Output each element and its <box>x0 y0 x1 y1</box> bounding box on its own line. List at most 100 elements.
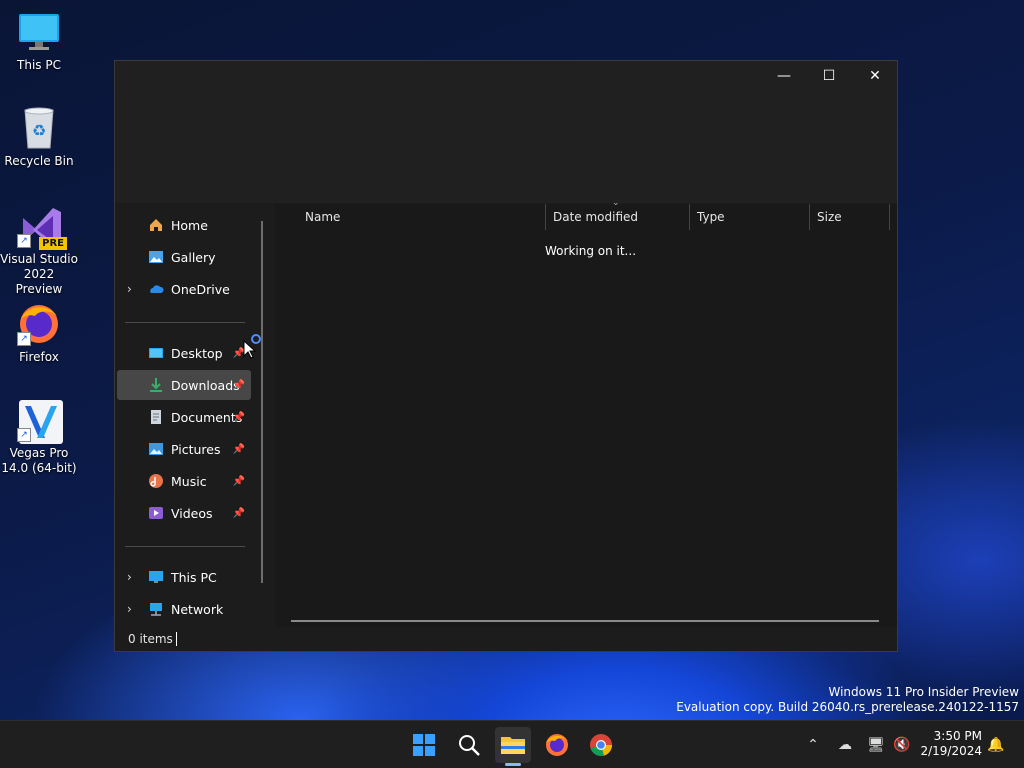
minimize-button[interactable]: — <box>761 61 807 91</box>
pin-icon[interactable]: 📌 <box>233 380 245 391</box>
nav-item-label: Downloads <box>171 377 240 393</box>
desktop-icon-label: Visual Studio 2022 Preview <box>0 252 78 296</box>
home-icon <box>150 219 162 231</box>
nav-item-downloads[interactable]: Downloads 📌 <box>117 370 251 400</box>
column-header-name[interactable]: Name <box>299 204 545 230</box>
pin-icon[interactable]: 📌 <box>233 476 245 487</box>
nav-divider <box>125 546 245 547</box>
shortcut-arrow-icon: ↗ <box>17 234 31 248</box>
nav-item-desktop[interactable]: Desktop 📌 <box>117 338 251 368</box>
nav-item-pictures[interactable]: Pictures 📌 <box>117 434 251 464</box>
start-button[interactable] <box>406 727 442 763</box>
desktop-icon-vegas-pro[interactable]: ↗ Vegas Pro 14.0 (64-bit) <box>0 398 78 476</box>
onedrive-offline-icon[interactable]: ☁ <box>835 735 855 755</box>
nav-item-gallery[interactable]: Gallery <box>117 242 251 272</box>
onedrive-icon <box>150 285 164 293</box>
monitor-icon <box>17 10 61 54</box>
close-button[interactable]: ✕ <box>852 61 898 91</box>
column-separator[interactable] <box>809 204 810 230</box>
nav-item-this-pc[interactable]: › This PC <box>117 562 251 592</box>
column-separator[interactable] <box>889 204 890 230</box>
navigation-pane: Home Gallery › OneDrive Desktop 📌 Downlo… <box>115 204 271 628</box>
horizontal-scrollbar[interactable] <box>291 620 879 622</box>
svg-text:♻: ♻ <box>32 121 46 140</box>
nav-item-label: Network <box>171 601 224 617</box>
column-separator[interactable] <box>689 204 690 230</box>
desktop-icon-this-pc[interactable]: This PC <box>0 10 78 73</box>
chevron-right-icon[interactable]: › <box>127 602 132 616</box>
file-explorer-window: — ☐ ✕ Home Gallery › OneDrive Desktop 📌 … <box>114 60 898 652</box>
nav-divider <box>125 322 245 323</box>
pin-icon[interactable]: 📌 <box>233 412 245 423</box>
monitor-icon <box>149 571 163 583</box>
nav-item-network[interactable]: › Network <box>117 594 251 624</box>
item-count: 0 items <box>128 632 173 646</box>
nav-item-label: Music <box>171 473 207 489</box>
search-icon <box>459 735 480 756</box>
pre-badge: PRE <box>39 237 67 250</box>
firefox-taskbar-button[interactable] <box>539 727 575 763</box>
maximize-button[interactable]: ☐ <box>806 61 852 91</box>
pin-icon[interactable]: 📌 <box>233 444 245 455</box>
watermark-line-2: Evaluation copy. Build 26040.rs_prerelea… <box>676 700 1019 714</box>
desktop-icon-label: This PC <box>17 58 61 72</box>
nav-item-label: Desktop <box>171 345 223 361</box>
column-separator[interactable] <box>545 204 546 230</box>
file-explorer-icon <box>501 737 525 754</box>
network-icon <box>150 603 162 616</box>
network-status-icon[interactable]: 🖥 <box>866 735 886 755</box>
desktop-icon-recycle-bin[interactable]: ♻ Recycle Bin <box>0 106 78 169</box>
column-header-size[interactable]: Size <box>811 204 889 230</box>
column-header-type[interactable]: Type <box>691 204 809 230</box>
show-hidden-icons-chevron-icon[interactable]: ⌃ <box>803 735 823 755</box>
nav-item-label: Gallery <box>171 249 216 265</box>
firefox-icon <box>546 734 568 756</box>
notification-bell-icon[interactable]: 🔔 <box>986 735 1006 755</box>
taskbar-clock[interactable]: 3:50 PM 2/19/2024 <box>920 729 982 759</box>
nav-item-documents[interactable]: Documents 📌 <box>117 402 251 432</box>
taskbar: ⌃ ☁ 🖥 🔇 3:50 PM 2/19/2024 🔔 <box>0 720 1024 768</box>
busy-spinner-icon <box>251 334 261 344</box>
chevron-right-icon[interactable]: › <box>127 282 132 296</box>
clock-time: 3:50 PM <box>933 729 982 743</box>
evaluation-watermark: Windows 11 Pro Insider Preview Evaluatio… <box>676 685 1019 715</box>
nav-item-label: This PC <box>171 569 217 585</box>
music-icon <box>149 474 163 488</box>
nav-item-home[interactable]: Home <box>117 210 251 240</box>
nav-item-label: Home <box>171 217 208 233</box>
recycle-bin-icon: ♻ <box>17 106 61 150</box>
desktop-folder-icon <box>149 348 163 358</box>
chrome-taskbar-button[interactable] <box>583 727 619 763</box>
volume-muted-icon[interactable]: 🔇 <box>892 735 912 755</box>
nav-item-label: Videos <box>171 505 213 521</box>
nav-item-onedrive[interactable]: › OneDrive <box>117 274 251 304</box>
nav-item-label: Pictures <box>171 441 221 457</box>
status-divider <box>176 632 177 646</box>
vegas-pro-icon: ↗ <box>17 398 63 444</box>
chrome-icon <box>590 734 612 756</box>
pin-icon[interactable]: 📌 <box>233 508 245 519</box>
status-bar: 0 items <box>115 627 897 651</box>
start-icon <box>413 734 435 756</box>
search-button[interactable] <box>451 727 487 763</box>
watermark-line-1: Windows 11 Pro Insider Preview <box>828 685 1019 699</box>
shortcut-arrow-icon: ↗ <box>17 332 31 346</box>
chevron-right-icon[interactable]: › <box>127 570 132 584</box>
gallery-icon <box>149 251 163 263</box>
loading-message: Working on it... <box>545 244 637 258</box>
active-app-indicator <box>505 763 521 766</box>
desktop-icon-firefox[interactable]: ↗ Firefox <box>0 302 78 365</box>
desktop-icon-label: Firefox <box>19 350 59 364</box>
clock-date: 2/19/2024 <box>920 744 982 758</box>
sort-chevron-icon: ⌄ <box>612 198 620 208</box>
nav-item-music[interactable]: Music 📌 <box>117 466 251 496</box>
title-bar: — ☐ ✕ <box>115 61 897 203</box>
nav-item-label: OneDrive <box>171 281 230 297</box>
nav-scrollbar[interactable] <box>261 221 263 583</box>
desktop-icon-visual-studio[interactable]: PRE ↗ Visual Studio 2022 Preview <box>0 204 78 297</box>
file-explorer-taskbar-button[interactable] <box>495 727 531 763</box>
visual-studio-icon: PRE ↗ <box>17 204 67 250</box>
nav-item-videos[interactable]: Videos 📌 <box>117 498 251 528</box>
file-list: Name Date modified ⌄ Type Size Working o… <box>275 198 897 628</box>
desktop-icon-label: Recycle Bin <box>4 154 74 168</box>
